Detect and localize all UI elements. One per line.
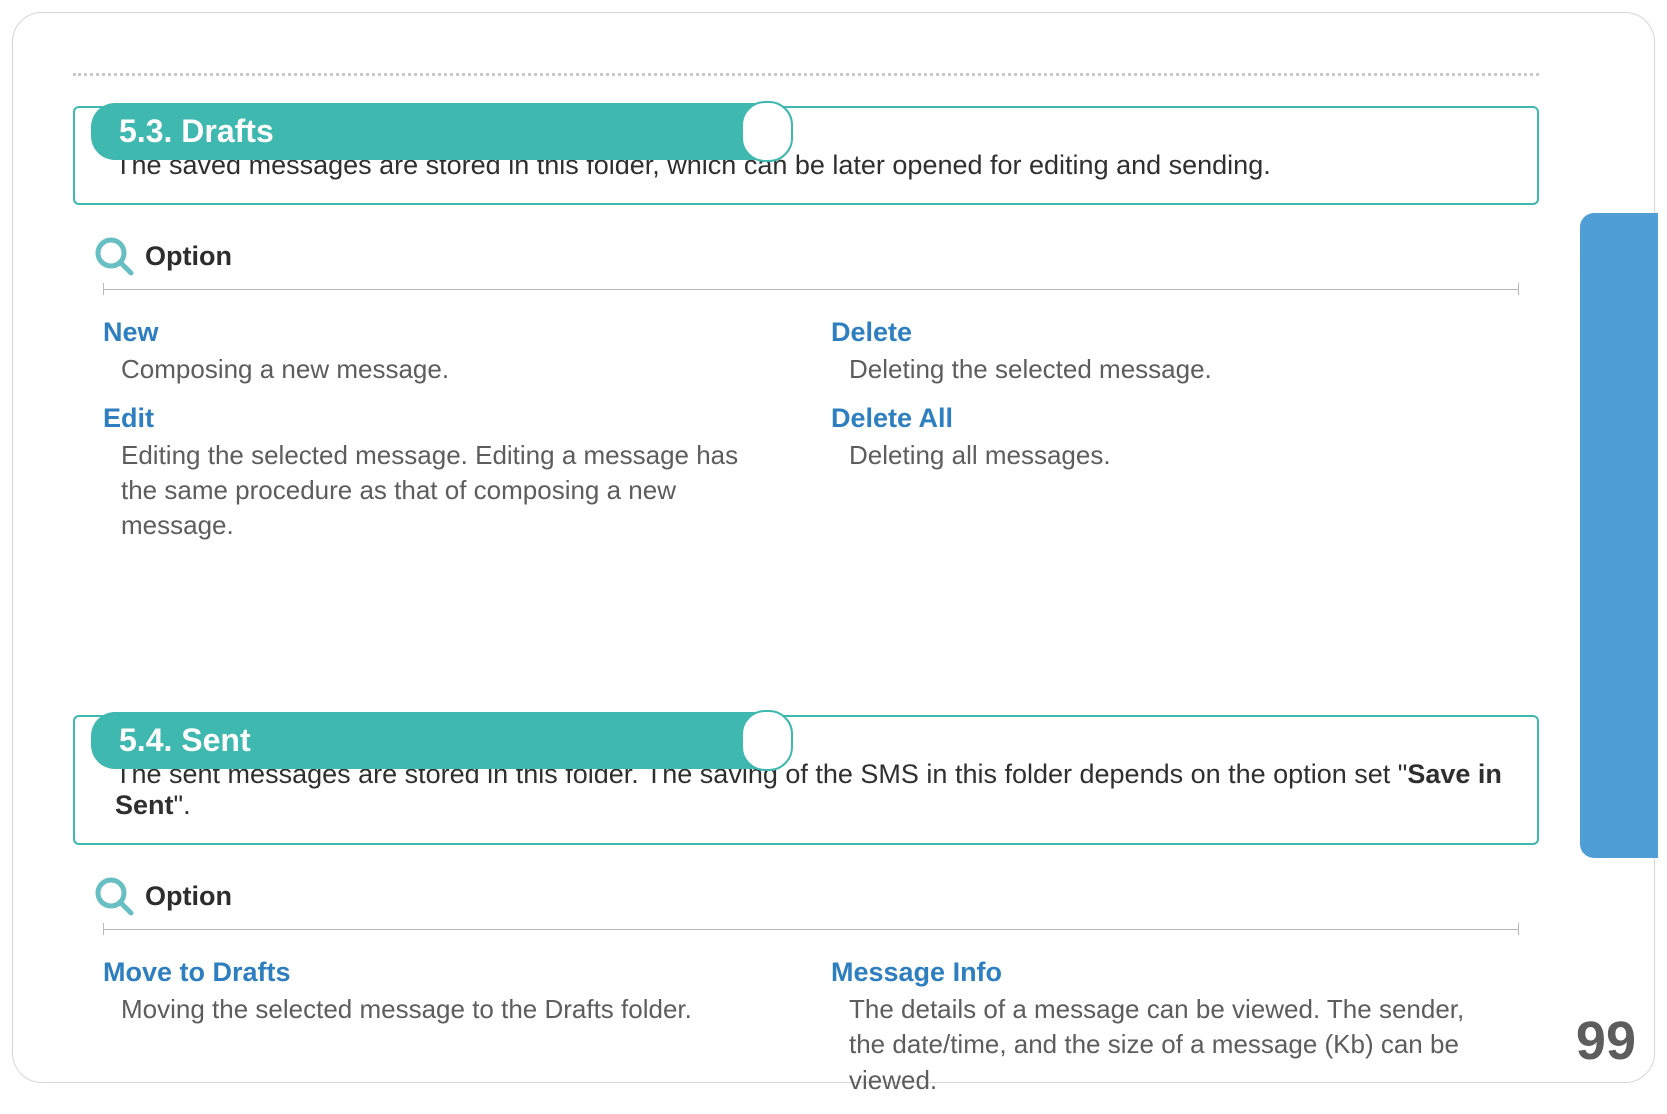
options-col-left: New Composing a new message. Edit Editin… (103, 317, 791, 559)
option-edit: Edit Editing the selected message. Editi… (103, 403, 791, 543)
option-desc: The details of a message can be viewed. … (831, 992, 1471, 1097)
body-tail: ". (174, 790, 191, 820)
option-desc: Composing a new message. (103, 352, 743, 387)
option-desc: Deleting the selected message. (831, 352, 1471, 387)
option-divider (103, 285, 1519, 295)
top-divider (73, 73, 1539, 76)
option-header: Option (93, 875, 1539, 917)
page-number: 99 (1576, 1010, 1636, 1072)
option-delete: Delete Deleting the selected message. (831, 317, 1519, 387)
section-title: 5.3. Drafts (91, 103, 791, 160)
option-move-to-drafts: Move to Drafts Moving the selected messa… (103, 957, 791, 1027)
option-title: Delete All (831, 403, 1519, 434)
page-frame: 03 Using the menu 99 5.3. Drafts The sav… (12, 12, 1655, 1083)
option-label: Option (145, 241, 232, 272)
option-desc: Moving the selected message to the Draft… (103, 992, 743, 1027)
options-col-right: Delete Deleting the selected message. De… (831, 317, 1519, 559)
option-new: New Composing a new message. (103, 317, 791, 387)
content-area: 5.3. Drafts The saved messages are store… (13, 13, 1569, 1082)
option-delete-all: Delete All Deleting all messages. (831, 403, 1519, 473)
chapter-label: Using the menu (1655, 507, 1667, 675)
side-tab (1580, 213, 1658, 858)
option-desc: Editing the selected message. Editing a … (103, 438, 743, 543)
magnifier-icon (93, 875, 135, 917)
chapter-number: 03 (1579, 229, 1646, 298)
magnifier-icon (93, 235, 135, 277)
option-title: Edit (103, 403, 791, 434)
options-grid: New Composing a new message. Edit Editin… (73, 317, 1539, 559)
options-col-right: Message Info The details of a message ca… (831, 957, 1519, 1113)
option-header: Option (93, 235, 1539, 277)
option-desc: Deleting all messages. (831, 438, 1471, 473)
section-title-text: 5.3. Drafts (119, 113, 274, 149)
option-title: Move to Drafts (103, 957, 791, 988)
section-sent: 5.4. Sent The sent messages are stored i… (73, 715, 1539, 1113)
option-title: New (103, 317, 791, 348)
section-title: 5.4. Sent (91, 712, 791, 769)
section-drafts: 5.3. Drafts The saved messages are store… (73, 106, 1539, 559)
option-label: Option (145, 881, 232, 912)
options-col-left: Move to Drafts Moving the selected messa… (103, 957, 791, 1113)
option-title: Delete (831, 317, 1519, 348)
section-title-text: 5.4. Sent (119, 722, 251, 758)
options-grid: Move to Drafts Moving the selected messa… (73, 957, 1539, 1113)
option-title: Message Info (831, 957, 1519, 988)
option-message-info: Message Info The details of a message ca… (831, 957, 1519, 1097)
option-divider (103, 925, 1519, 935)
